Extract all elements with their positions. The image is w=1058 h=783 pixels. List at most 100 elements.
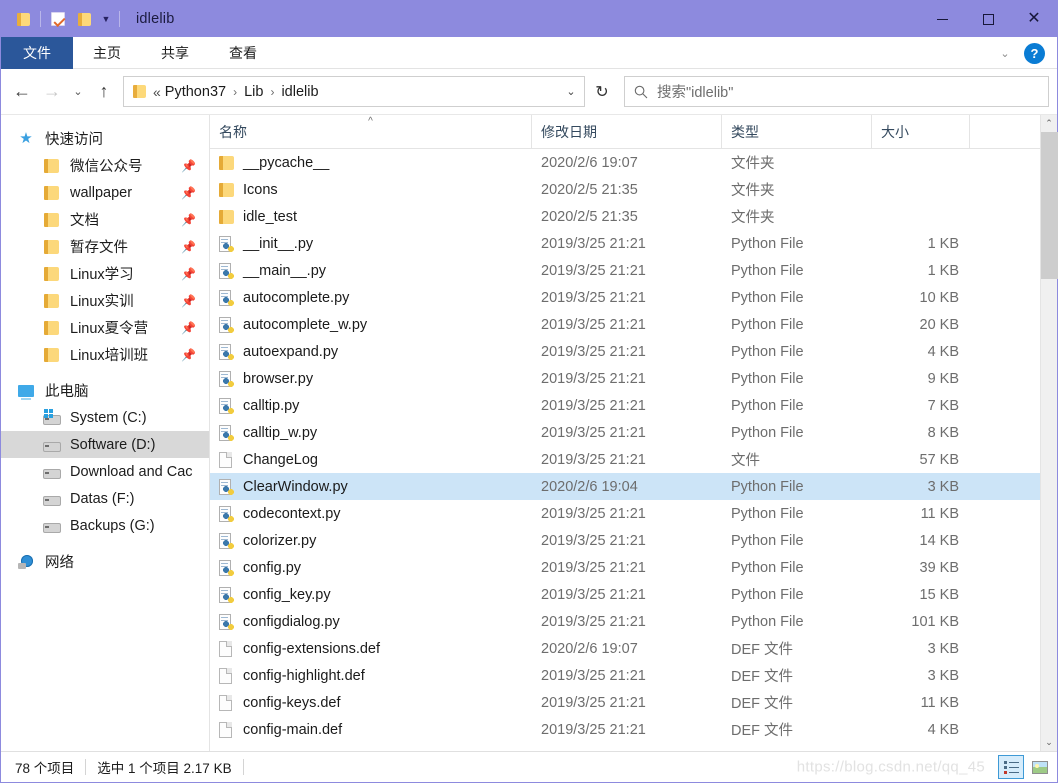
table-row[interactable]: config.py 2019/3/25 21:21 Python File 39 KB [210, 554, 1057, 581]
sidebar-item-linux-summer-camp[interactable]: Linux夏令营 📌 [1, 314, 209, 341]
column-header-type[interactable]: 类型 [722, 114, 872, 149]
file-name-cell[interactable]: calltip.py [210, 397, 532, 414]
table-row[interactable]: config-main.def 2019/3/25 21:21 DEF 文件 4 KB [210, 716, 1057, 743]
help-button[interactable]: ? [1024, 42, 1045, 64]
file-name-cell[interactable]: calltip_w.py [210, 424, 532, 441]
pin-icon[interactable]: 📌 [181, 159, 196, 173]
column-header-size[interactable]: 大小 [872, 114, 970, 149]
properties-checkbox-icon[interactable] [45, 4, 71, 34]
file-name-cell[interactable]: autocomplete_w.py [210, 316, 532, 333]
pin-icon[interactable]: 📌 [181, 321, 196, 335]
sidebar-item-temp-files[interactable]: 暂存文件 📌 [1, 233, 209, 260]
file-name-cell[interactable]: __init__.py [210, 235, 532, 252]
scrollbar-thumb[interactable] [1040, 132, 1058, 279]
table-row[interactable]: calltip_w.py 2019/3/25 21:21 Python File 8 … [210, 419, 1057, 446]
table-row[interactable]: Icons 2020/2/5 21:35 文件夹 [210, 176, 1057, 203]
file-name-cell[interactable]: browser.py [210, 370, 532, 387]
table-row[interactable]: autocomplete_w.py 2019/3/25 21:21 Python F… [210, 311, 1057, 338]
pin-icon[interactable]: 📌 [181, 186, 196, 200]
file-name-cell[interactable]: config-extensions.def [210, 640, 532, 657]
close-button[interactable]: ✕ [1011, 1, 1057, 37]
breadcrumb-overflow-icon[interactable]: « [153, 84, 163, 100]
up-button[interactable]: ↑ [89, 76, 119, 108]
file-name-cell[interactable]: ClearWindow.py [210, 478, 532, 495]
address-bar[interactable]: « Python37 › Lib › idlelib ⌄ [123, 76, 585, 107]
sidebar-group-quick-access[interactable]: ★ 快速访问 [1, 125, 209, 152]
new-folder-icon[interactable] [71, 4, 97, 34]
table-row[interactable]: autocomplete.py 2019/3/25 21:21 Python Fil… [210, 284, 1057, 311]
breadcrumb-item-python37[interactable]: Python37 [163, 84, 228, 100]
table-row[interactable]: idle_test 2020/2/5 21:35 文件夹 [210, 203, 1057, 230]
tab-file[interactable]: 文件 [1, 37, 73, 69]
thumbnail-view-button[interactable] [1027, 755, 1053, 779]
address-dropdown-icon[interactable]: ⌄ [558, 77, 584, 106]
sidebar-item-wechat[interactable]: 微信公众号 📌 [1, 152, 209, 179]
sidebar-group-this-pc[interactable]: 此电脑 [1, 377, 209, 404]
tab-share[interactable]: 共享 [141, 37, 209, 69]
breadcrumb-item-idlelib[interactable]: idlelib [279, 84, 320, 100]
column-header-name[interactable]: 名称 ^ [210, 114, 532, 149]
file-name-cell[interactable]: colorizer.py [210, 532, 532, 549]
file-rows[interactable]: __pycache__ 2020/2/6 19:07 文件夹 Icons 2020/2/… [210, 149, 1057, 751]
tab-home[interactable]: 主页 [73, 37, 141, 69]
table-row[interactable]: config-highlight.def 2019/3/25 21:21 DEF 文… [210, 662, 1057, 689]
table-row[interactable]: __init__.py 2019/3/25 21:21 Python File 1 K… [210, 230, 1057, 257]
table-row[interactable]: calltip.py 2019/3/25 21:21 Python File 7 KB [210, 392, 1057, 419]
refresh-button[interactable]: ↻ [587, 76, 617, 107]
file-name-cell[interactable]: autoexpand.py [210, 343, 532, 360]
sidebar-item-backups-g[interactable]: Backups (G:) [1, 512, 209, 539]
file-name-cell[interactable]: configdialog.py [210, 613, 532, 630]
chevron-down-icon[interactable]: ⌄ [992, 40, 1018, 66]
file-name-cell[interactable]: autocomplete.py [210, 289, 532, 306]
table-row[interactable]: configdialog.py 2019/3/25 21:21 Python Fil… [210, 608, 1057, 635]
table-row[interactable]: __pycache__ 2020/2/6 19:07 文件夹 [210, 149, 1057, 176]
table-row[interactable]: config-extensions.def 2020/2/6 19:07 DEF 文… [210, 635, 1057, 662]
pin-icon[interactable]: 📌 [181, 348, 196, 362]
column-header-date[interactable]: 修改日期 [532, 114, 722, 149]
table-row[interactable]: browser.py 2019/3/25 21:21 Python File 9 KB [210, 365, 1057, 392]
folder-icon[interactable] [10, 4, 36, 34]
sidebar-group-network[interactable]: 网络 [1, 548, 209, 575]
table-row[interactable]: ClearWindow.py 2020/2/6 19:04 Python File 3… [210, 473, 1057, 500]
sidebar-item-software-d[interactable]: Software (D:) [1, 431, 209, 458]
sidebar-item-datas-f[interactable]: Datas (F:) [1, 485, 209, 512]
vertical-scrollbar[interactable]: ⌃ ⌄ [1040, 115, 1058, 751]
file-name-cell[interactable]: __main__.py [210, 262, 532, 279]
table-row[interactable]: config_key.py 2019/3/25 21:21 Python File 1… [210, 581, 1057, 608]
scroll-up-button[interactable]: ⌃ [1041, 115, 1058, 132]
sidebar-item-linux-bootcamp[interactable]: Linux培训班 📌 [1, 341, 209, 368]
pin-icon[interactable]: 📌 [181, 240, 196, 254]
file-name-cell[interactable]: config-main.def [210, 721, 532, 738]
file-name-cell[interactable]: codecontext.py [210, 505, 532, 522]
file-name-cell[interactable]: config_key.py [210, 586, 532, 603]
sidebar-item-documents[interactable]: 文档 📌 [1, 206, 209, 233]
table-row[interactable]: colorizer.py 2019/3/25 21:21 Python File 14… [210, 527, 1057, 554]
scrollbar-track[interactable] [1040, 132, 1058, 734]
sidebar-item-download-and-cache[interactable]: Download and Cac [1, 458, 209, 485]
pin-icon[interactable]: 📌 [181, 294, 196, 308]
sidebar-item-wallpaper[interactable]: wallpaper 📌 [1, 179, 209, 206]
file-name-cell[interactable]: config.py [210, 559, 532, 576]
minimize-button[interactable] [919, 1, 965, 37]
file-name-cell[interactable]: config-highlight.def [210, 667, 532, 684]
details-view-button[interactable] [998, 755, 1024, 779]
recent-locations-icon[interactable]: ⌄ [67, 76, 89, 108]
breadcrumb-separator-icon-2[interactable]: › [265, 85, 279, 99]
back-button[interactable]: ← [7, 76, 37, 108]
tab-view[interactable]: 查看 [209, 37, 277, 69]
search-box[interactable]: 搜索"idlelib" [624, 76, 1049, 107]
breadcrumb-separator-icon[interactable]: › [228, 85, 242, 99]
sidebar-item-linux-training[interactable]: Linux实训 📌 [1, 287, 209, 314]
file-name-cell[interactable]: __pycache__ [210, 155, 532, 171]
sidebar-item-linux-study[interactable]: Linux学习 📌 [1, 260, 209, 287]
navigation-pane[interactable]: ★ 快速访问 微信公众号 📌 wallpaper 📌 文档 📌 暂存文件 📌 L… [1, 115, 210, 751]
scroll-down-button[interactable]: ⌄ [1041, 734, 1058, 751]
file-name-cell[interactable]: idle_test [210, 209, 532, 225]
maximize-button[interactable] [965, 1, 1011, 37]
pin-icon[interactable]: 📌 [181, 267, 196, 281]
sidebar-item-system-c[interactable]: System (C:) [1, 404, 209, 431]
search-input[interactable]: 搜索"idlelib" [657, 81, 733, 102]
table-row[interactable]: __main__.py 2019/3/25 21:21 Python File 1 K… [210, 257, 1057, 284]
file-name-cell[interactable]: Icons [210, 182, 532, 198]
file-name-cell[interactable]: ChangeLog [210, 451, 532, 468]
